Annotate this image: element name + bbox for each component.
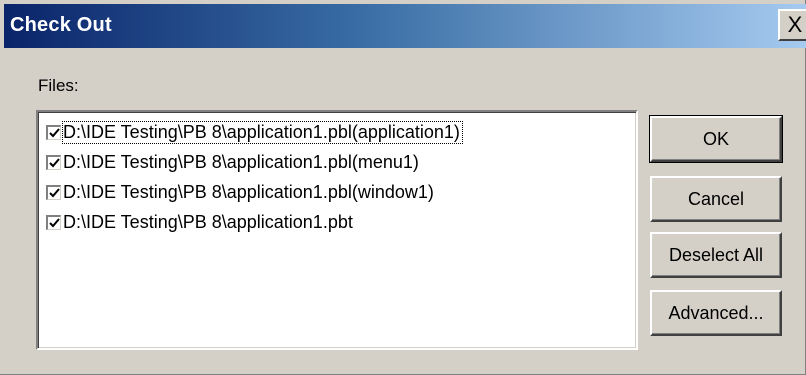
ok-button[interactable]: OK bbox=[649, 115, 783, 163]
file-list-item[interactable]: D:\IDE Testing\PB 8\application1.pbt bbox=[46, 208, 355, 236]
title-bar[interactable]: Check Out X bbox=[4, 4, 806, 48]
checkmark-icon bbox=[49, 127, 60, 137]
close-icon: X bbox=[787, 12, 803, 37]
file-path: D:\IDE Testing\PB 8\application1.pbt bbox=[63, 211, 353, 232]
close-button[interactable]: X bbox=[778, 9, 806, 41]
checkbox[interactable] bbox=[46, 184, 61, 200]
checkbox[interactable] bbox=[46, 124, 61, 140]
file-list-item[interactable]: D:\IDE Testing\PB 8\application1.pbl(app… bbox=[46, 118, 463, 146]
file-list[interactable]: D:\IDE Testing\PB 8\application1.pbl(app… bbox=[36, 110, 638, 350]
checkmark-icon bbox=[49, 157, 60, 167]
file-list-item[interactable]: D:\IDE Testing\PB 8\application1.pbl(win… bbox=[46, 178, 436, 206]
cancel-button[interactable]: Cancel bbox=[650, 176, 782, 222]
file-list-item[interactable]: D:\IDE Testing\PB 8\application1.pbl(men… bbox=[46, 148, 421, 176]
deselect-all-button[interactable]: Deselect All bbox=[650, 232, 782, 278]
checkbox[interactable] bbox=[46, 214, 61, 230]
dialog-title: Check Out bbox=[10, 14, 112, 36]
advanced-button[interactable]: Advanced... bbox=[650, 290, 782, 336]
checkmark-icon bbox=[49, 187, 60, 197]
checkbox[interactable] bbox=[46, 154, 61, 170]
files-label: Files: bbox=[38, 76, 79, 95]
file-path: D:\IDE Testing\PB 8\application1.pbl(men… bbox=[63, 151, 419, 172]
file-path: D:\IDE Testing\PB 8\application1.pbl(app… bbox=[62, 120, 463, 144]
file-path: D:\IDE Testing\PB 8\application1.pbl(win… bbox=[63, 181, 434, 202]
check-out-dialog: Check Out X Files: D:\IDE Testing\PB 8\a… bbox=[0, 0, 806, 375]
checkmark-icon bbox=[49, 217, 60, 227]
